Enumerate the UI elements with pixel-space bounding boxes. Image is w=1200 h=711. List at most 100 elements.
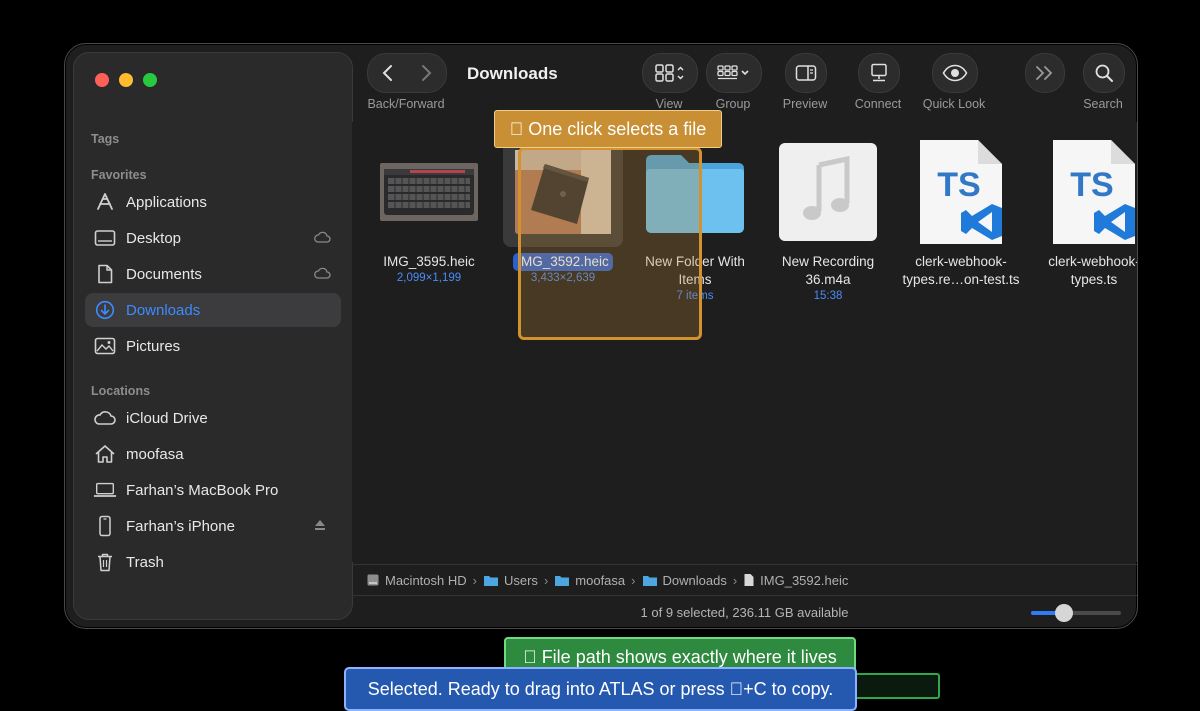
path-separator: › xyxy=(543,572,549,588)
sidebar-item-pictures[interactable]: Pictures xyxy=(85,329,341,363)
file-item[interactable]: TS clerk-webhook- types.ts xyxy=(1029,137,1138,289)
sidebar-item-icloud-drive[interactable]: iCloud Drive xyxy=(85,401,341,435)
sidebar-item-downloads[interactable]: Downloads xyxy=(85,293,341,327)
group-label: Group xyxy=(715,97,751,111)
quick-look-button[interactable] xyxy=(932,53,978,93)
sidebar: Tags Favorites Applications Desktop Docu… xyxy=(73,52,353,620)
sidebar-item-label: Trash xyxy=(126,553,164,571)
file-item[interactable]: IMG_3595.heic 2,099×1,199 xyxy=(364,137,494,284)
path-separator: › xyxy=(472,572,477,588)
view-button[interactable] xyxy=(642,53,698,93)
quick-look-label: Quick Look xyxy=(922,97,986,111)
more-toolbar-button[interactable] xyxy=(1025,53,1065,93)
sidebar-item-label: Downloads xyxy=(126,301,201,319)
home-icon xyxy=(93,444,117,464)
downloads-folder-icon xyxy=(642,575,657,586)
sidebar-item-trash[interactable]: Trash xyxy=(85,545,341,579)
path-bar: Macintosh HD › Users › moofasa › Downloa… xyxy=(352,564,1137,595)
callout-one-click:   One click selects a file xyxy=(494,110,722,148)
close-button[interactable] xyxy=(95,73,109,87)
path-separator: › xyxy=(631,572,636,588)
download-icon xyxy=(93,300,117,320)
sidebar-section-favorites: Favorites xyxy=(91,168,147,182)
sidebar-section-locations: Locations xyxy=(91,384,151,398)
iphone-icon xyxy=(93,515,117,537)
sidebar-item-iphone[interactable]: Farhan’s iPhone xyxy=(85,509,341,543)
file-grid: IMG_3595.heic 2,099×1,199 IMG_3592.heic … xyxy=(352,122,1137,562)
preview-button[interactable] xyxy=(785,53,827,93)
sidebar-item-label: Farhan’s MacBook Pro xyxy=(126,481,279,499)
sidebar-item-moofasa[interactable]: moofasa xyxy=(85,437,341,471)
connect-button[interactable] xyxy=(858,53,900,93)
file-name: clerk-webhook- xyxy=(1048,254,1138,269)
path-crumb-downloads[interactable]: Downloads xyxy=(642,573,727,588)
window-title: Downloads xyxy=(467,64,558,83)
preview-label: Preview xyxy=(782,97,828,111)
search-button[interactable] xyxy=(1083,53,1125,93)
group-button[interactable] xyxy=(706,53,762,93)
file-name-line2: types.ts xyxy=(1070,272,1118,287)
file-name: IMG_3595.heic xyxy=(383,254,475,269)
sidebar-item-label: iCloud Drive xyxy=(126,409,208,427)
image-thumbnail xyxy=(374,137,484,247)
sidebar-item-label: Pictures xyxy=(126,337,181,355)
back-button[interactable] xyxy=(369,64,407,82)
desktop-icon xyxy=(93,228,117,248)
home-folder-icon xyxy=(555,575,570,586)
sidebar-item-label: moofasa xyxy=(126,445,184,463)
trash-icon xyxy=(93,552,117,572)
document-icon xyxy=(93,264,117,284)
main-pane: Back/Forward Downloads View Group Previe… xyxy=(352,44,1137,628)
hard-drive-icon xyxy=(367,574,379,586)
connect-server-icon xyxy=(871,63,887,82)
search-label: Search xyxy=(1083,97,1123,111)
callout-selected-ready: Selected. Ready to drag into ATLAS or pr… xyxy=(344,667,857,711)
icon-size-slider[interactable] xyxy=(1031,604,1121,622)
grid-view-icon xyxy=(655,64,684,82)
sidebar-item-applications[interactable]: Applications xyxy=(85,185,341,219)
file-name: clerk-webhook- xyxy=(915,254,1007,269)
path-crumb-moofasa[interactable]: moofasa xyxy=(554,573,625,588)
sidebar-section-tags[interactable]: Tags xyxy=(91,132,119,146)
eye-icon xyxy=(942,64,968,82)
connect-label: Connect xyxy=(854,97,902,111)
typescript-file-icon: TS xyxy=(906,137,1016,247)
eject-icon[interactable] xyxy=(313,518,331,534)
typescript-file-icon: TS xyxy=(1039,137,1137,247)
sidebar-item-macbook-pro[interactable]: Farhan’s MacBook Pro xyxy=(85,473,341,507)
selection-highlight-box xyxy=(518,147,702,340)
sidebar-item-documents[interactable]: Documents xyxy=(85,257,341,291)
back-forward-control xyxy=(367,53,447,93)
status-text: 1 of 9 selected, 236.11 GB available xyxy=(640,605,849,620)
file-name-line2: types.re…on-test.ts xyxy=(902,272,1020,287)
svg-text:TS: TS xyxy=(937,166,980,204)
path-crumb-macintosh-hd[interactable]: Macintosh HD xyxy=(366,573,467,588)
file-item[interactable]: New Recording 36.m4a 15:38 xyxy=(763,137,893,302)
sidebar-item-label: Farhan’s iPhone xyxy=(126,517,235,535)
icloud-icon xyxy=(313,266,331,282)
double-chevron-right-icon xyxy=(1036,66,1053,80)
preview-pane-icon xyxy=(795,65,817,81)
audio-file-icon xyxy=(773,137,883,247)
svg-text:TS: TS xyxy=(1070,166,1113,204)
search-icon xyxy=(1095,64,1113,82)
file-name: New Recording xyxy=(781,254,875,269)
minimize-button[interactable] xyxy=(119,73,133,87)
chevron-left-icon xyxy=(382,65,392,81)
back-forward-label: Back/Forward xyxy=(367,97,445,111)
file-item[interactable]: TS clerk-webhook- types.re…on-test.ts xyxy=(896,137,1026,289)
pictures-icon xyxy=(93,336,117,356)
laptop-icon xyxy=(93,480,117,500)
sidebar-item-label: Documents xyxy=(126,265,202,283)
path-crumb-file[interactable]: IMG_3592.heic xyxy=(743,573,848,588)
icloud-icon xyxy=(313,230,331,246)
zoom-button[interactable] xyxy=(143,73,157,87)
sidebar-item-desktop[interactable]: Desktop xyxy=(85,221,341,255)
slider-knob[interactable] xyxy=(1055,604,1073,622)
folder-icon xyxy=(483,575,498,586)
file-icon xyxy=(744,574,754,586)
icloud-icon xyxy=(93,408,117,428)
path-crumb-users[interactable]: Users xyxy=(483,573,538,588)
forward-button[interactable] xyxy=(407,64,445,82)
path-separator: › xyxy=(732,572,738,588)
